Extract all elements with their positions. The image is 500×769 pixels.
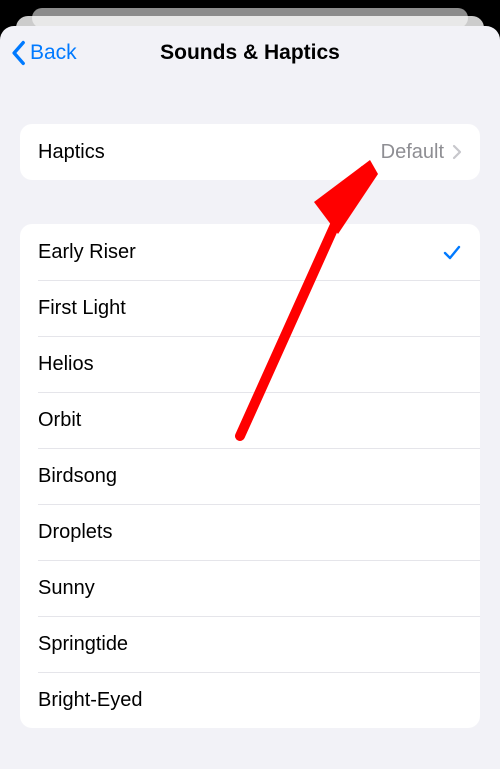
sound-option-row[interactable]: Early Riser <box>20 224 480 280</box>
sound-option-row[interactable]: Orbit <box>20 392 480 448</box>
sound-option-label: Droplets <box>38 521 462 544</box>
haptics-group: Haptics Default <box>20 124 480 180</box>
sound-option-row[interactable]: Sunny <box>20 560 480 616</box>
chevron-left-icon <box>10 40 26 66</box>
sound-option-label: Early Riser <box>38 241 442 264</box>
chevron-right-icon <box>452 144 462 160</box>
sound-option-row[interactable]: Helios <box>20 336 480 392</box>
sound-option-label: Bright-Eyed <box>38 689 462 712</box>
sound-option-row[interactable]: Bright-Eyed <box>20 672 480 728</box>
haptics-value: Default <box>381 141 444 164</box>
back-button[interactable]: Back <box>10 26 77 80</box>
sound-option-label: Birdsong <box>38 465 462 488</box>
haptics-row[interactable]: Haptics Default <box>20 124 480 180</box>
sound-option-row[interactable]: Droplets <box>20 504 480 560</box>
navigation-bar: Back Sounds & Haptics <box>0 26 500 80</box>
content-area: Haptics Default Early Riser First Light He… <box>0 124 500 728</box>
sound-option-label: Springtide <box>38 633 462 656</box>
sound-option-row[interactable]: Birdsong <box>20 448 480 504</box>
sounds-list: Early Riser First Light Helios Orbit Birdson… <box>20 224 480 728</box>
sound-option-row[interactable]: First Light <box>20 280 480 336</box>
page-title: Sounds & Haptics <box>160 41 340 65</box>
sound-option-label: Orbit <box>38 409 462 432</box>
back-label: Back <box>30 41 77 65</box>
sound-option-label: Sunny <box>38 577 462 600</box>
sound-option-row[interactable]: Springtide <box>20 616 480 672</box>
haptics-label: Haptics <box>38 141 381 164</box>
settings-sheet: Back Sounds & Haptics Haptics Default Ea… <box>0 26 500 769</box>
sound-option-label: Helios <box>38 353 462 376</box>
checkmark-icon <box>442 242 462 262</box>
sound-option-label: First Light <box>38 297 462 320</box>
